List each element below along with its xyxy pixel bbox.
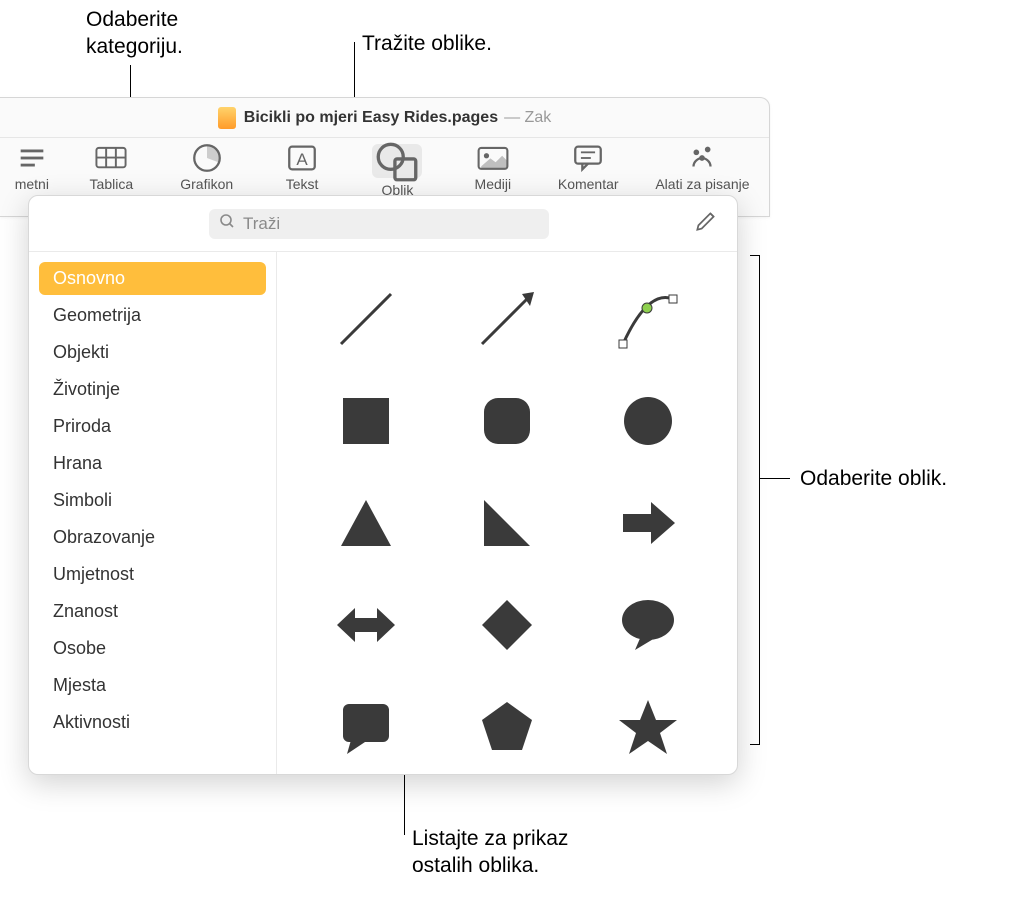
document-title: Bicikli po mjeri Easy Rides.pages <box>244 109 498 127</box>
shape-grid <box>277 252 737 774</box>
shape-arrow-line[interactable] <box>436 268 577 370</box>
shape-pentagon[interactable] <box>436 676 577 774</box>
comment-icon <box>571 144 605 172</box>
svg-text:A: A <box>296 150 308 169</box>
insert-icon <box>15 144 49 172</box>
shape-category-sidebar: Osnovno Geometrija Objekti Životinje Priroda… <box>29 252 277 774</box>
sidebar-item-životinje[interactable]: Životinje <box>39 373 266 406</box>
tool-mediji[interactable]: Mediji <box>457 144 528 192</box>
shape-curve-editable[interactable] <box>578 268 719 370</box>
text-icon: A <box>285 144 319 172</box>
popover-body: Osnovno Geometrija Objekti Životinje Priroda… <box>29 251 737 774</box>
callout-bracket <box>750 255 760 745</box>
shape-line[interactable] <box>295 268 436 370</box>
draw-shape-icon[interactable] <box>693 208 719 239</box>
shape-rounded-square[interactable] <box>436 370 577 472</box>
sidebar-item-umjetnost[interactable]: Umjetnost <box>39 558 266 591</box>
sidebar-item-hrana[interactable]: Hrana <box>39 447 266 480</box>
tool-alati[interactable]: Alati za pisanje <box>648 144 757 192</box>
document-status: — Zak <box>504 109 551 127</box>
callout-select-category: Odaberite kategoriju. <box>86 6 183 61</box>
tool-label: metni <box>15 176 49 192</box>
sidebar-item-priroda[interactable]: Priroda <box>39 410 266 443</box>
titlebar: Bicikli po mjeri Easy Rides.pages — Zak <box>0 98 769 138</box>
tool-label: Tekst <box>286 176 319 192</box>
search-placeholder: Traži <box>243 214 280 234</box>
callout-line <box>760 478 790 479</box>
tool-label: Komentar <box>558 176 619 192</box>
shape-star[interactable] <box>578 676 719 774</box>
callout-line <box>404 765 405 835</box>
shape-circle[interactable] <box>578 370 719 472</box>
tool-tekst[interactable]: A Tekst <box>266 144 337 192</box>
sidebar-item-geometrija[interactable]: Geometrija <box>39 299 266 332</box>
shape-icon <box>372 144 422 178</box>
shape-square[interactable] <box>295 370 436 472</box>
shape-diamond[interactable] <box>436 574 577 676</box>
shape-arrow-right[interactable] <box>578 472 719 574</box>
table-icon <box>94 144 128 172</box>
sidebar-item-osobe[interactable]: Osobe <box>39 632 266 665</box>
shapes-popover: Traži Osnovno Geometrija Objekti Životinje P… <box>28 195 738 775</box>
tool-label: Mediji <box>475 176 512 192</box>
tool-oblik[interactable]: Oblik <box>362 144 433 198</box>
sidebar-item-obrazovanje[interactable]: Obrazovanje <box>39 521 266 554</box>
shape-callout-bubble[interactable] <box>295 676 436 774</box>
sidebar-item-osnovno[interactable]: Osnovno <box>39 262 266 295</box>
callout-search-shapes: Tražite oblike. <box>362 30 492 57</box>
callout-select-shape: Odaberite oblik. <box>800 465 947 492</box>
tool-tablica[interactable]: Tablica <box>76 144 147 192</box>
tool-grafikon[interactable]: Grafikon <box>171 144 242 192</box>
search-icon <box>219 213 235 234</box>
shape-triangle[interactable] <box>295 472 436 574</box>
tools-icon <box>685 144 719 172</box>
tool-label: Grafikon <box>180 176 233 192</box>
shape-right-triangle[interactable] <box>436 472 577 574</box>
sidebar-item-simboli[interactable]: Simboli <box>39 484 266 517</box>
sidebar-item-aktivnosti[interactable]: Aktivnosti <box>39 706 266 739</box>
document-icon <box>218 107 236 129</box>
sidebar-item-objekti[interactable]: Objekti <box>39 336 266 369</box>
tool-komentar[interactable]: Komentar <box>553 144 624 192</box>
tool-label: Tablica <box>90 176 134 192</box>
chart-icon <box>190 144 224 172</box>
shape-double-arrow[interactable] <box>295 574 436 676</box>
sidebar-item-mjesta[interactable]: Mjesta <box>39 669 266 702</box>
callout-scroll-more: Listajte za prikaz ostalih oblika. <box>412 825 568 880</box>
sidebar-item-znanost[interactable]: Znanost <box>39 595 266 628</box>
tool-label: Alati za pisanje <box>655 176 749 192</box>
tool-umetni[interactable]: metni <box>12 144 52 192</box>
search-row: Traži <box>29 196 737 251</box>
shape-speech-bubble[interactable] <box>578 574 719 676</box>
search-input[interactable]: Traži <box>209 209 549 239</box>
media-icon <box>476 144 510 172</box>
